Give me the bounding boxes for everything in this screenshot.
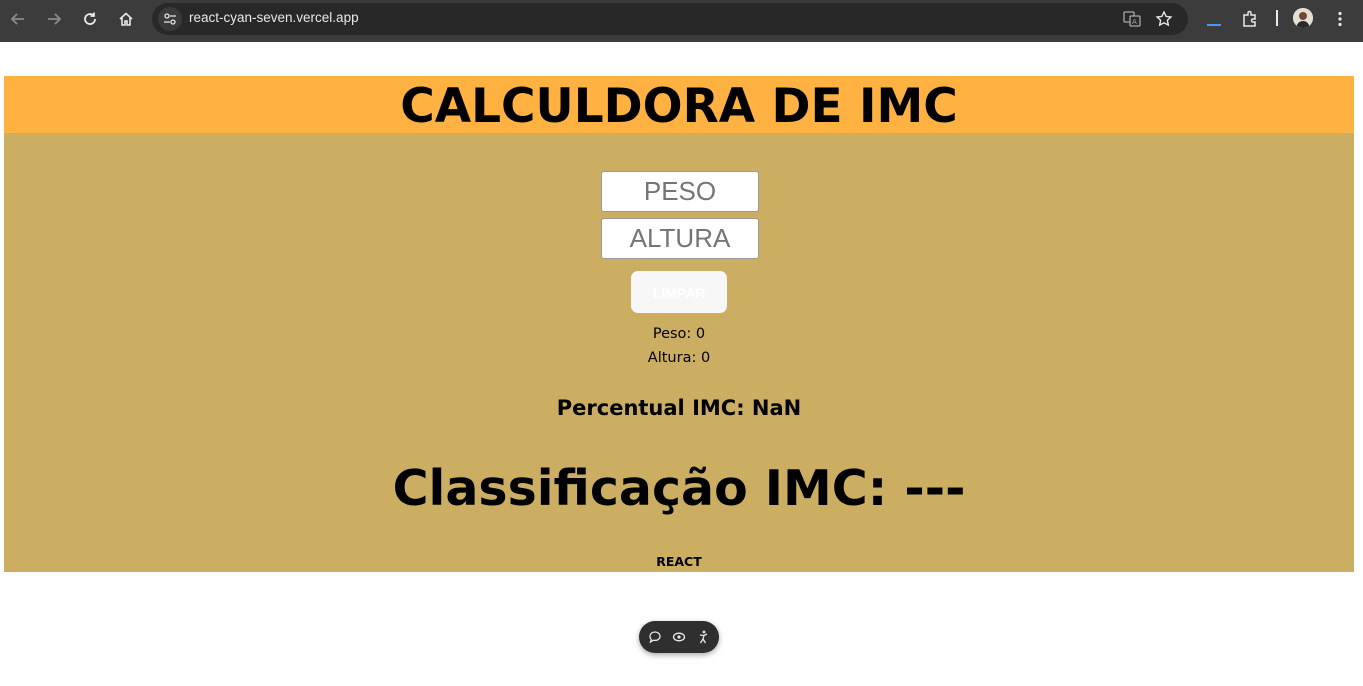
- peso-readout: Peso: 0: [652, 326, 706, 342]
- classificacao-imc: Classificação IMC: ---: [392, 460, 966, 517]
- altura-readout: Altura: 0: [647, 350, 711, 366]
- menu-kebab-icon[interactable]: [1328, 7, 1352, 31]
- url-text: react-cyan-seven.vercel.app: [189, 10, 359, 25]
- browser-toolbar: react-cyan-seven.vercel.app A: [0, 0, 1363, 42]
- peso-input[interactable]: PESO: [601, 171, 759, 212]
- profile-avatar[interactable]: [1293, 8, 1313, 28]
- page-title: CALCULDORA DE IMC: [400, 79, 958, 134]
- view-icon[interactable]: [671, 629, 687, 645]
- accessibility-icon[interactable]: [695, 629, 711, 645]
- toolbar-divider: [1276, 10, 1278, 26]
- translate-icon[interactable]: A: [1122, 9, 1142, 29]
- clear-button[interactable]: LIMPAR: [631, 271, 727, 313]
- extensions-icon[interactable]: [1238, 7, 1262, 31]
- page-header: CALCULDORA DE IMC: [4, 76, 1354, 134]
- site-settings-icon[interactable]: [158, 7, 182, 31]
- home-icon[interactable]: [114, 7, 138, 31]
- comment-icon[interactable]: [647, 629, 663, 645]
- address-bar[interactable]: react-cyan-seven.vercel.app A: [152, 3, 1188, 35]
- percentual-imc: Percentual IMC: NaN: [556, 396, 802, 420]
- back-icon[interactable]: [6, 7, 30, 31]
- forward-icon[interactable]: [42, 7, 66, 31]
- bookmark-star-icon[interactable]: [1154, 9, 1174, 29]
- svg-text:A: A: [1132, 18, 1137, 26]
- footer-label: REACT: [656, 554, 702, 569]
- reload-icon[interactable]: [78, 7, 102, 31]
- calculator-panel: PESO ALTURA LIMPAR Peso: 0 Altura: 0 Per…: [4, 133, 1354, 572]
- floating-toolbar: [639, 621, 719, 653]
- altura-input[interactable]: ALTURA: [601, 218, 759, 259]
- download-icon[interactable]: [1202, 7, 1226, 31]
